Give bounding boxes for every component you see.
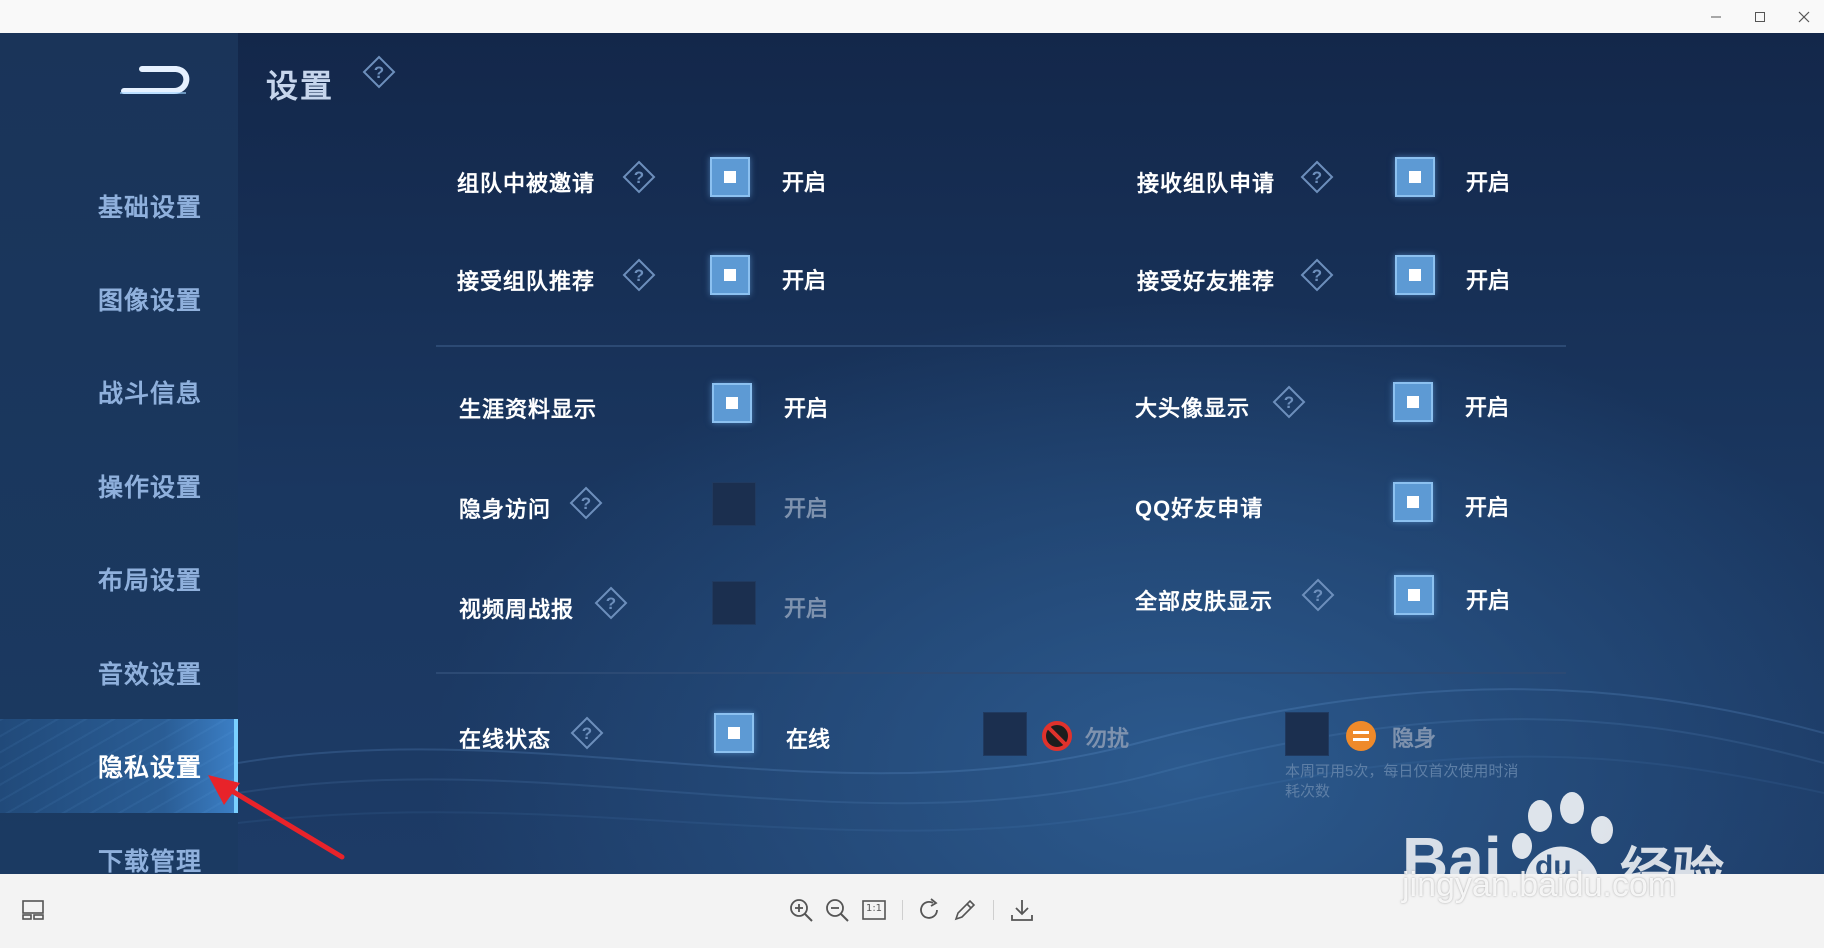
sidebar-item-layout[interactable]: 布局设置 <box>0 532 238 626</box>
sidebar-item-label: 布局设置 <box>98 567 203 595</box>
accept-team-recommend-checkbox[interactable] <box>710 255 750 295</box>
toolbar-separator <box>902 900 903 920</box>
sidebar-item-label: 操作设置 <box>98 474 203 502</box>
setting-label-receive-team-apply: 接收组队申请 <box>1137 171 1276 196</box>
sidebar-item-battle-info[interactable]: 战斗信息 <box>0 345 238 439</box>
receive-team-apply-option: 开启 <box>1466 170 1511 195</box>
setting-label-all-skins-display: 全部皮肤显示 <box>1135 589 1274 614</box>
sidebar-item-label: 下载管理 <box>98 848 203 874</box>
toolbar-separator <box>993 900 994 920</box>
invisible-option-label: 隐身 <box>1392 726 1437 751</box>
help-icon[interactable]: ? <box>1301 578 1335 612</box>
zoom-out-icon[interactable] <box>823 896 851 924</box>
setting-label-big-avatar-display: 大头像显示 <box>1135 396 1251 421</box>
help-icon[interactable]: ? <box>622 258 656 292</box>
sidebar-item-sound[interactable]: 音效设置 <box>0 626 238 720</box>
help-icon[interactable]: ? <box>362 55 396 89</box>
section-divider <box>436 345 1566 347</box>
svg-text:?: ? <box>1313 586 1323 605</box>
sidebar-item-privacy[interactable]: 隐私设置 <box>0 719 238 813</box>
receive-team-apply-checkbox[interactable] <box>1395 157 1435 197</box>
online-radio[interactable] <box>714 713 754 753</box>
svg-text:?: ? <box>606 594 616 613</box>
svg-text:?: ? <box>1312 168 1322 187</box>
setting-label-accept-team-recommend: 接受组队推荐 <box>457 269 596 294</box>
settings-sidebar: 基础设置 图像设置 战斗信息 操作设置 布局设置 音效设置 隐私设置 下载管理 <box>0 33 238 874</box>
stealth-visit-option: 开启 <box>784 496 829 521</box>
rotate-icon[interactable] <box>915 896 943 924</box>
help-icon[interactable]: ? <box>594 586 628 620</box>
setting-label-career-display: 生涯资料显示 <box>459 397 598 422</box>
all-skins-display-option: 开启 <box>1466 588 1511 613</box>
career-display-option: 开启 <box>784 396 829 421</box>
svg-text:?: ? <box>634 168 644 187</box>
team-invited-checkbox[interactable] <box>710 157 750 197</box>
zoom-in-icon[interactable] <box>787 896 815 924</box>
download-icon[interactable] <box>1008 896 1036 924</box>
section-divider <box>436 672 1566 674</box>
sidebar-item-label: 基础设置 <box>98 194 203 222</box>
team-invited-option: 开启 <box>782 170 827 195</box>
game-settings-screen: 基础设置 图像设置 战斗信息 操作设置 布局设置 音效设置 隐私设置 下载管理 … <box>0 33 1824 874</box>
help-icon[interactable]: ? <box>1300 160 1334 194</box>
svg-text:?: ? <box>581 494 591 513</box>
thumbnail-panel-icon[interactable] <box>20 896 48 924</box>
setting-label-stealth-visit: 隐身访问 <box>459 497 552 522</box>
sidebar-item-label: 隐私设置 <box>98 754 203 782</box>
sidebar-item-controls[interactable]: 操作设置 <box>0 439 238 533</box>
sidebar-item-graphics[interactable]: 图像设置 <box>0 252 238 346</box>
sidebar-item-basic[interactable]: 基础设置 <box>0 159 238 253</box>
invisible-icon <box>1345 720 1377 752</box>
help-icon[interactable]: ? <box>570 716 604 750</box>
actual-size-label: 1:1 <box>865 903 883 914</box>
invisible-radio[interactable] <box>1285 712 1329 756</box>
invisible-usage-note: 本周可用5次，每日仅首次使用时消耗次数 <box>1285 763 1519 800</box>
no-disturb-option-label: 勿扰 <box>1085 726 1130 751</box>
window-titlebar <box>0 0 1824 34</box>
video-weekly-report-option: 开启 <box>784 596 829 621</box>
setting-label-team-invited: 组队中被邀请 <box>457 171 596 196</box>
qq-friend-apply-checkbox[interactable] <box>1393 482 1433 522</box>
close-icon[interactable] <box>1782 0 1824 33</box>
all-skins-display-checkbox[interactable] <box>1394 575 1434 615</box>
sidebar-item-downloads[interactable]: 下载管理 <box>0 813 238 874</box>
accept-friend-recommend-option: 开启 <box>1466 268 1511 293</box>
setting-label-qq-friend-apply: QQ好友申请 <box>1135 496 1264 521</box>
setting-label-online-status: 在线状态 <box>459 727 552 752</box>
page-title: 设置 <box>266 68 335 104</box>
help-icon[interactable]: ? <box>1300 258 1334 292</box>
back-icon[interactable] <box>116 57 196 103</box>
no-disturb-icon <box>1042 721 1072 751</box>
edit-icon[interactable] <box>951 896 979 924</box>
sidebar-item-label: 图像设置 <box>98 287 203 315</box>
svg-text:?: ? <box>374 63 384 82</box>
help-icon[interactable]: ? <box>1272 385 1306 419</box>
setting-label-accept-friend-recommend: 接受好友推荐 <box>1137 269 1276 294</box>
qq-friend-apply-option: 开启 <box>1465 495 1510 520</box>
video-weekly-report-checkbox[interactable] <box>712 581 756 625</box>
actual-size-icon[interactable]: 1:1 <box>860 896 888 924</box>
accept-friend-recommend-checkbox[interactable] <box>1395 255 1435 295</box>
online-option-label: 在线 <box>786 727 831 752</box>
stealth-visit-checkbox[interactable] <box>712 482 756 526</box>
big-avatar-display-option: 开启 <box>1465 395 1510 420</box>
maximize-icon[interactable] <box>1738 0 1782 33</box>
svg-text:?: ? <box>582 724 592 743</box>
help-icon[interactable]: ? <box>569 486 603 520</box>
minimize-icon[interactable] <box>1694 0 1738 33</box>
svg-text:?: ? <box>634 266 644 285</box>
no-disturb-radio[interactable] <box>983 712 1027 756</box>
help-icon[interactable]: ? <box>622 160 656 194</box>
sidebar-item-label: 战斗信息 <box>98 380 203 408</box>
watermark-url: jingyan.baidu.com <box>1402 866 1677 904</box>
svg-text:?: ? <box>1284 393 1294 412</box>
career-display-checkbox[interactable] <box>712 383 752 423</box>
accept-team-recommend-option: 开启 <box>782 268 827 293</box>
setting-label-video-weekly-report: 视频周战报 <box>459 597 575 622</box>
svg-text:?: ? <box>1312 266 1322 285</box>
sidebar-item-label: 音效设置 <box>98 661 203 689</box>
big-avatar-display-checkbox[interactable] <box>1393 382 1433 422</box>
